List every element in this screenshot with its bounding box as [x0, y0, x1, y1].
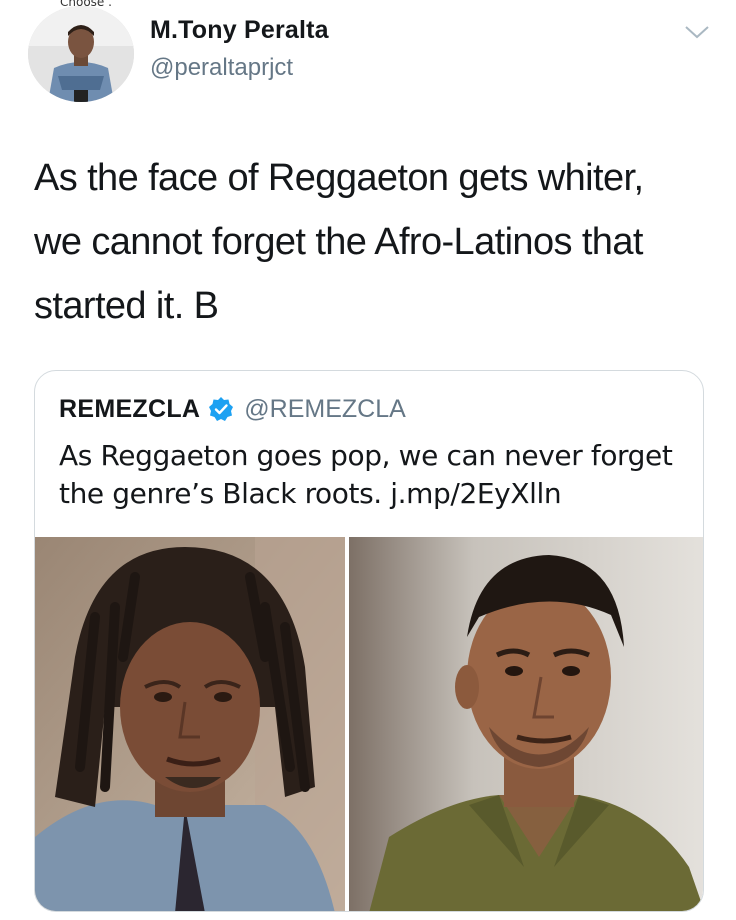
quoted-tweet-header: REMEZCLA @REMEZCLA: [59, 393, 406, 425]
avatar-image: [28, 6, 134, 102]
display-name[interactable]: M.Tony Peralta: [150, 16, 329, 45]
quoted-tweet-name[interactable]: REMEZCLA: [59, 395, 200, 424]
quoted-tweet-handle[interactable]: @REMEZCLA: [244, 395, 406, 424]
chevron-down-icon[interactable]: [682, 22, 712, 42]
avatar[interactable]: [28, 6, 134, 102]
user-handle[interactable]: @peraltaprjct: [150, 54, 293, 82]
portrait-right-image: [349, 537, 703, 911]
portrait-left-image: [35, 537, 345, 911]
quoted-tweet-text: As Reggaeton goes pop, we can never forg…: [59, 437, 689, 513]
verified-badge-icon: [209, 397, 234, 421]
photo-left[interactable]: [35, 537, 345, 911]
tweet-line: we cannot forget the Afro-Latinos that: [34, 221, 643, 263]
quoted-tweet-card[interactable]: REMEZCLA @REMEZCLA As Reggaeton goes pop…: [34, 370, 704, 912]
tweet-text: As the face of Reggaeton gets whiter, we…: [34, 146, 714, 338]
quoted-tweet-line: the genre’s Black roots. j.mp/2EyXlln: [59, 477, 562, 510]
tweet-line: As the face of Reggaeton gets whiter,: [34, 157, 644, 199]
quoted-tweet-line: As Reggaeton goes pop, we can never forg…: [59, 439, 673, 472]
tweet-screenshot: Choose . M.Tony Peralta @peraltaprjct As…: [0, 0, 736, 920]
photo-right[interactable]: [349, 537, 703, 911]
tweet-line: started it. B: [34, 285, 219, 327]
quoted-tweet-media: [35, 537, 703, 911]
